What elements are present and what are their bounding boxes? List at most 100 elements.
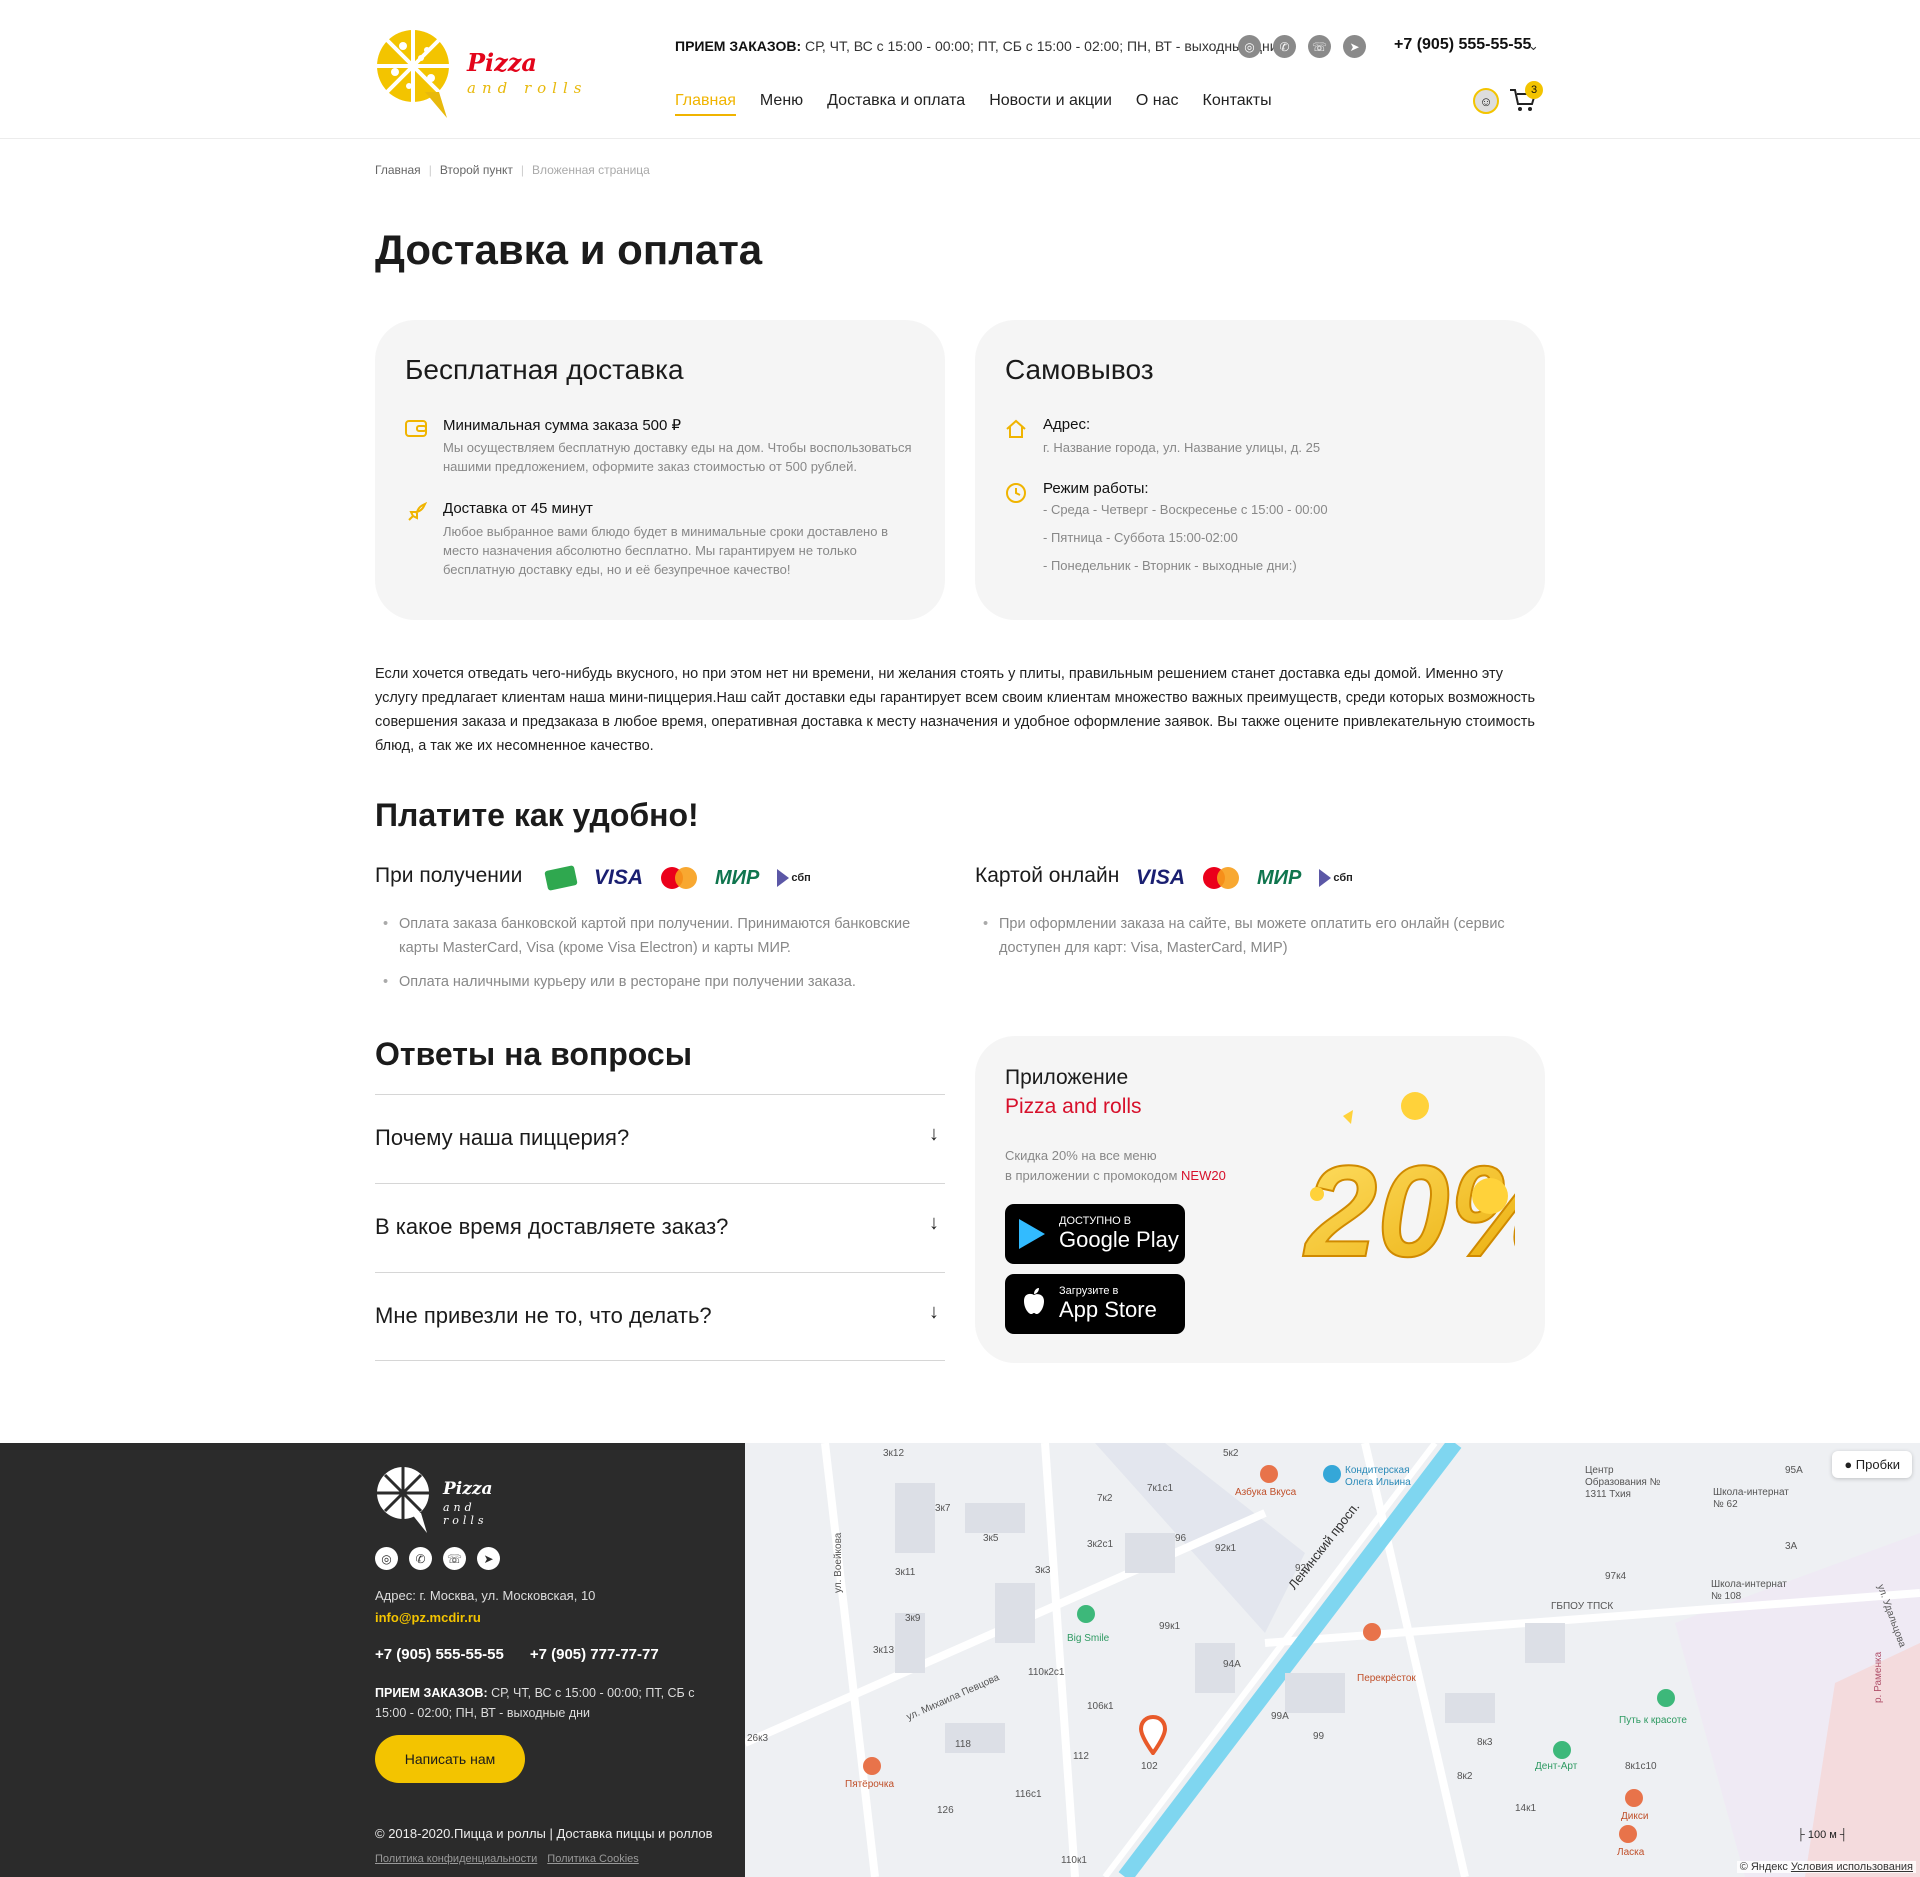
mastercard-logo xyxy=(661,867,698,889)
pay-on-receipt-list: Оплата заказа банковской картой при полу… xyxy=(375,912,945,1004)
map-label: Центр Образования № 1311 Тхия xyxy=(1585,1465,1661,1500)
arrow-down-icon[interactable]: ↓ xyxy=(929,1123,939,1146)
map-poi-icon[interactable] xyxy=(1657,1689,1675,1707)
discount-graphic: 20% xyxy=(1301,1092,1515,1285)
google-play-button[interactable]: ДОСТУПНО В Google Play xyxy=(1005,1204,1185,1264)
telegram-icon[interactable]: ➤ xyxy=(477,1547,500,1570)
map-label: Дент-Арт xyxy=(1535,1761,1578,1772)
logo-word-rolls: and rolls xyxy=(467,79,588,97)
app-store-button[interactable]: Загрузите в App Store xyxy=(1005,1274,1185,1334)
avatar[interactable]: ☺ xyxy=(1473,88,1499,114)
mastercard-logo xyxy=(1203,867,1240,889)
hours-label: Режим работы: xyxy=(1043,480,1149,497)
hours-list: - Среда - Четверг - Воскресенье с 15:00 … xyxy=(1043,496,1513,580)
map-scale-label: 100 м xyxy=(1807,1829,1837,1841)
order-hours: ПРИЕМ ЗАКАЗОВ: СР, ЧТ, ВС с 15:00 - 00:0… xyxy=(675,38,1278,54)
nav-item-news[interactable]: Новости и акции xyxy=(989,92,1112,116)
breadcrumb-item[interactable]: Второй пункт xyxy=(440,163,513,177)
write-us-button[interactable]: Написать нам xyxy=(375,1735,525,1783)
traffic-toggle[interactable]: ● Пробки xyxy=(1832,1451,1912,1478)
logo-text: Pizza and rolls xyxy=(467,48,587,97)
nav-item-about[interactable]: О нас xyxy=(1136,92,1179,116)
map-terms-link[interactable]: Условия использования xyxy=(1791,1861,1913,1873)
map-label: Перекрёсток xyxy=(1357,1673,1416,1684)
header-phone[interactable]: +7 (905) 555-55-55 xyxy=(1394,36,1531,54)
mir-logo: МИР xyxy=(1257,866,1302,889)
whatsapp-icon[interactable]: ☏ xyxy=(1308,35,1331,58)
map-house-number: 96 xyxy=(1175,1533,1187,1544)
map-poi-icon[interactable] xyxy=(1363,1623,1381,1641)
wallet-icon xyxy=(405,418,429,442)
footer-email[interactable]: info@pz.mcdir.ru xyxy=(375,1610,481,1625)
order-hours-label: ПРИЕМ ЗАКАЗОВ: xyxy=(675,38,802,54)
map-location-marker[interactable] xyxy=(1138,1714,1168,1760)
payment-title: Платите как удобно! xyxy=(375,797,699,833)
address-label: Адрес: xyxy=(1043,416,1091,433)
map-house-number: 92к1 xyxy=(1215,1543,1237,1554)
arrow-down-icon[interactable]: ↓ xyxy=(929,1212,939,1235)
pay-online-list: При оформлении заказа на сайте, вы может… xyxy=(975,912,1545,970)
faq-question: Почему наша пиццерия? xyxy=(375,1125,630,1150)
map-house-number: 99А xyxy=(1271,1711,1289,1722)
cookies-policy-link[interactable]: Политика Cookies xyxy=(547,1853,639,1865)
faq-title: Ответы на вопросы xyxy=(375,1036,693,1072)
nav-item-delivery[interactable]: Доставка и оплата xyxy=(827,92,965,116)
map-attribution: © Яндекс Условия использования xyxy=(1736,1861,1916,1873)
traffic-label: Пробки xyxy=(1855,1457,1900,1472)
whatsapp-icon[interactable]: ☏ xyxy=(443,1547,466,1570)
map-label: Школа-интернат № 108 xyxy=(1711,1579,1787,1602)
nav-item-menu[interactable]: Меню xyxy=(760,92,803,116)
app-promo-card: Приложение Pizza and rolls Скидка 20% на… xyxy=(975,1036,1545,1363)
intro-paragraph: Если хочется отведать чего-нибудь вкусно… xyxy=(375,666,1536,754)
faq-item[interactable]: Почему наша пиццерия? ↓ xyxy=(375,1094,945,1183)
pizza-logo-icon xyxy=(377,1467,429,1533)
breadcrumb-item[interactable]: Главная xyxy=(375,163,421,177)
viber-icon[interactable]: ✆ xyxy=(409,1547,432,1570)
map-poi-icon[interactable] xyxy=(1077,1605,1095,1623)
map-poi-icon[interactable] xyxy=(1260,1465,1278,1483)
nav-item-contacts[interactable]: Контакты xyxy=(1203,92,1272,116)
map-house-number: 3к7 xyxy=(935,1503,951,1514)
rocket-icon xyxy=(405,501,429,526)
google-play-icon xyxy=(1019,1219,1049,1249)
site-logo[interactable]: Pizza and rolls xyxy=(375,22,605,118)
nav-item-home[interactable]: Главная xyxy=(675,92,736,116)
map-poi-icon[interactable] xyxy=(863,1757,881,1775)
map-house-number: 3к12 xyxy=(883,1448,905,1459)
map-poi-icon[interactable] xyxy=(1625,1789,1643,1807)
instagram-icon[interactable]: ◎ xyxy=(375,1547,398,1570)
header-socials: ◎ ✆ ☏ ➤ xyxy=(1238,35,1366,58)
map-label: ГБПОУ ТПСК xyxy=(1551,1601,1614,1612)
footer-logo[interactable]: Pizza and rolls xyxy=(375,1463,493,1538)
map-poi-icon[interactable] xyxy=(1619,1825,1637,1843)
google-play-small-label: ДОСТУПНО В xyxy=(1059,1215,1132,1227)
sbp-logo: сбп xyxy=(777,869,811,887)
map-house-number: 3А xyxy=(1785,1541,1798,1552)
map-label: Пятёрочка xyxy=(845,1779,895,1790)
faq-question: В какое время доставляете заказ? xyxy=(375,1214,729,1239)
footer-phone[interactable]: +7 (905) 777-77-77 xyxy=(530,1646,659,1663)
map-house-number: 3к11 xyxy=(895,1567,916,1578)
app-desc-line: Скидка 20% на все меню xyxy=(1005,1148,1157,1163)
cart-count-badge: 3 xyxy=(1525,81,1543,99)
faq-item[interactable]: В какое время доставляете заказ? ↓ xyxy=(375,1183,945,1272)
footer-phone[interactable]: +7 (905) 555-55-55 xyxy=(375,1646,504,1663)
chevron-down-icon[interactable]: ⌄ xyxy=(1528,38,1539,54)
logo-word-pizza: Pizza xyxy=(467,48,537,77)
map-label: Азбука Вкуса xyxy=(1235,1487,1297,1498)
map-house-number: 106к1 xyxy=(1087,1701,1114,1712)
list-item: Оплата заказа банковской картой при полу… xyxy=(375,912,945,960)
map-poi-icon[interactable] xyxy=(1323,1465,1341,1483)
yandex-map[interactable]: 3к12 5к2 7к1с1 7к2 96 92к1 92 3к7 3к5 3к… xyxy=(745,1443,1920,1877)
faq-item[interactable]: Мне привезли не то, что делать? ↓ xyxy=(375,1272,945,1361)
telegram-icon[interactable]: ➤ xyxy=(1343,35,1366,58)
list-item: При оформлении заказа на сайте, вы может… xyxy=(975,912,1545,960)
privacy-policy-link[interactable]: Политика конфиденциальности xyxy=(375,1853,537,1865)
sbp-label: сбп xyxy=(791,872,811,884)
viber-icon[interactable]: ✆ xyxy=(1273,35,1296,58)
instagram-icon[interactable]: ◎ xyxy=(1238,35,1261,58)
map-poi-icon[interactable] xyxy=(1553,1741,1571,1759)
hours-line: - Среда - Четверг - Воскресенье с 15:00 … xyxy=(1043,502,1328,517)
arrow-down-icon[interactable]: ↓ xyxy=(929,1301,939,1324)
app-title: Приложение xyxy=(1005,1066,1129,1089)
